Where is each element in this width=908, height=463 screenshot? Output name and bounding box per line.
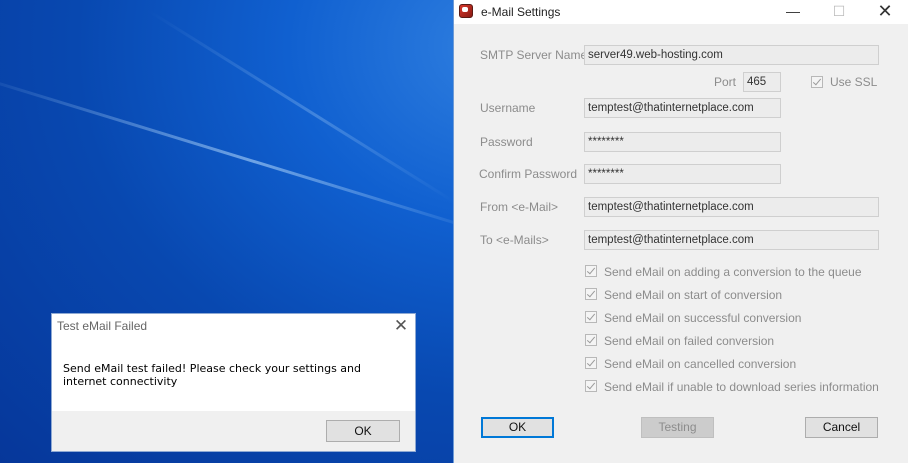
dialog-close-icon[interactable]: ✕	[390, 315, 412, 337]
option-label-series-info: Send eMail if unable to download series …	[604, 380, 879, 394]
window-title: e-Mail Settings	[481, 5, 561, 19]
dialog-ok-button[interactable]: OK	[326, 420, 400, 442]
option-label-cancelled: Send eMail on cancelled conversion	[604, 357, 797, 371]
option-checkbox-queue[interactable]	[585, 265, 597, 277]
wallpaper-light-beam	[0, 70, 496, 237]
minimize-button[interactable]: —	[770, 0, 816, 24]
close-button[interactable]: ✕	[862, 0, 908, 24]
from-email-label: From <e-Mail>	[480, 200, 559, 214]
option-checkbox-success[interactable]	[585, 311, 597, 323]
app-icon	[459, 4, 473, 18]
port-label: Port	[714, 75, 737, 89]
option-label-start: Send eMail on start of conversion	[604, 288, 783, 302]
ok-button[interactable]: OK	[481, 417, 554, 438]
option-label-failed: Send eMail on failed conversion	[604, 334, 775, 348]
option-label-success: Send eMail on successful conversion	[604, 311, 802, 325]
to-emails-input[interactable]: temptest@thatinternetplace.com	[584, 230, 879, 250]
maximize-button[interactable]: ☐	[816, 0, 862, 24]
cancel-button[interactable]: Cancel	[805, 417, 878, 438]
username-input[interactable]: temptest@thatinternetplace.com	[584, 98, 781, 118]
option-checkbox-cancelled[interactable]	[585, 357, 597, 369]
option-label-queue: Send eMail on adding a conversion to the…	[604, 265, 862, 279]
port-input[interactable]: 465	[743, 72, 781, 92]
confirm-password-input[interactable]: ********	[584, 164, 781, 184]
title-bar[interactable]: e-Mail Settings — ☐ ✕	[454, 0, 908, 24]
smtp-server-label: SMTP Server Name	[480, 48, 588, 62]
email-settings-window: e-Mail Settings — ☐ ✕ SMTP Server Name s…	[453, 0, 908, 463]
confirm-password-label: Confirm Password	[479, 167, 578, 181]
use-ssl-checkbox[interactable]	[811, 76, 823, 88]
smtp-server-input[interactable]: server49.web-hosting.com	[584, 45, 879, 65]
option-checkbox-series-info[interactable]	[585, 380, 597, 392]
password-label: Password	[480, 135, 533, 149]
from-email-input[interactable]: temptest@thatinternetplace.com	[584, 197, 879, 217]
to-emails-label: To <e-Mails>	[480, 233, 549, 247]
dialog-message: Send eMail test failed! Please check you…	[63, 362, 361, 388]
testing-button[interactable]: Testing	[641, 417, 714, 438]
option-checkbox-start[interactable]	[585, 288, 597, 300]
option-checkbox-failed[interactable]	[585, 334, 597, 346]
dialog-title: Test eMail Failed	[57, 319, 148, 333]
dialog-body: Test eMail Failed ✕ Send eMail test fail…	[52, 314, 415, 411]
test-email-failed-dialog: Test eMail Failed ✕ Send eMail test fail…	[51, 313, 416, 452]
password-input[interactable]: ********	[584, 132, 781, 152]
use-ssl-label: Use SSL	[830, 75, 878, 89]
username-label: Username	[480, 101, 536, 115]
